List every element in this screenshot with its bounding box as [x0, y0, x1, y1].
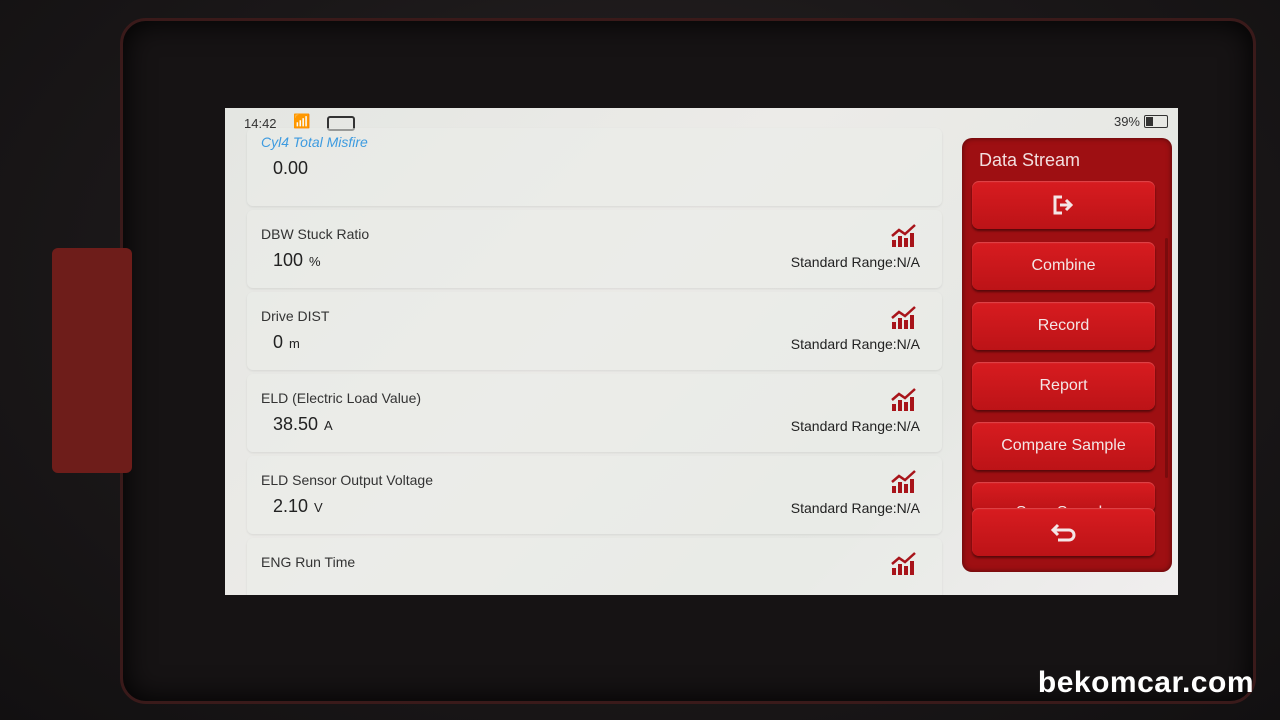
standard-range: Standard Range:N/A	[790, 500, 920, 516]
unit-text: m	[289, 336, 300, 351]
value-text: 100	[273, 250, 304, 270]
unit-text: A	[324, 418, 333, 433]
graph-icon[interactable]	[890, 224, 918, 248]
standard-range: Standard Range:N/A	[790, 336, 920, 352]
data-stream-row[interactable]: Cyl4 Total Misfire 0.00	[247, 128, 942, 206]
pid-value	[273, 578, 279, 595]
data-stream-row[interactable]: ELD (Electric Load Value) 38.50 A Standard …	[247, 374, 942, 452]
pid-value: 0m	[273, 332, 300, 353]
value-text: 0.00	[273, 158, 309, 178]
unit-text: V	[314, 500, 323, 515]
exit-button[interactable]	[972, 181, 1155, 229]
pid-value: 2.10 V	[273, 496, 323, 517]
battery-icon	[1144, 115, 1168, 128]
pid-label: ENG Run Time	[261, 554, 356, 570]
pid-value: 100%	[273, 250, 321, 271]
back-button[interactable]	[972, 508, 1155, 556]
pid-label: Cyl4 Total Misfire	[261, 134, 368, 150]
value-text: 2.10	[273, 496, 309, 516]
back-icon	[1050, 523, 1075, 542]
graph-icon[interactable]	[890, 388, 918, 412]
data-stream-row[interactable]: Drive DIST 0 m Standard Range:N/A	[247, 292, 942, 370]
unit-text: %	[309, 254, 321, 269]
exit-icon	[1053, 195, 1073, 215]
graph-icon[interactable]	[890, 470, 918, 494]
battery-percent: 39%	[1113, 114, 1140, 129]
data-stream-row[interactable]: ENG Run Time	[247, 538, 942, 595]
data-stream-row[interactable]: ELD Sensor Output Voltage 2.10 V Standard R…	[247, 456, 942, 534]
pid-label: ELD (Electric Load Value)	[261, 390, 422, 406]
graph-icon[interactable]	[890, 552, 918, 576]
device-tab	[52, 248, 132, 473]
device-screen: 14:42 📶 39% Cyl4 Total Misfire 0.00 DBW St…	[225, 108, 1178, 595]
watermark: bekomcar.com	[1037, 666, 1254, 699]
panel-title: Data Stream	[979, 150, 1081, 170]
compare-sample-button[interactable]: Compare Sample	[972, 422, 1155, 470]
data-stream-panel: Data Stream Combine Record Report Compar…	[962, 138, 1172, 572]
report-button[interactable]: Report	[972, 362, 1155, 410]
graph-icon[interactable]	[890, 306, 918, 330]
pid-value: 38.50 A	[273, 414, 333, 435]
standard-range: Standard Range:N/A	[790, 254, 920, 270]
record-button[interactable]: Record	[972, 302, 1155, 350]
standard-range: Standard Range:N/A	[790, 418, 920, 434]
value-text: 0	[273, 332, 284, 352]
data-stream-row[interactable]: DBW Stuck Ratio 100% Standard Range:N/A	[247, 210, 942, 288]
pid-label: Drive DIST	[261, 308, 330, 324]
pid-value: 0.00	[273, 158, 314, 179]
value-text: 38.50	[273, 414, 319, 434]
pid-label: ELD Sensor Output Voltage	[261, 472, 433, 488]
panel-scrollbar[interactable]	[1165, 238, 1168, 478]
pid-label: DBW Stuck Ratio	[261, 226, 370, 242]
combine-button[interactable]: Combine	[972, 242, 1155, 290]
